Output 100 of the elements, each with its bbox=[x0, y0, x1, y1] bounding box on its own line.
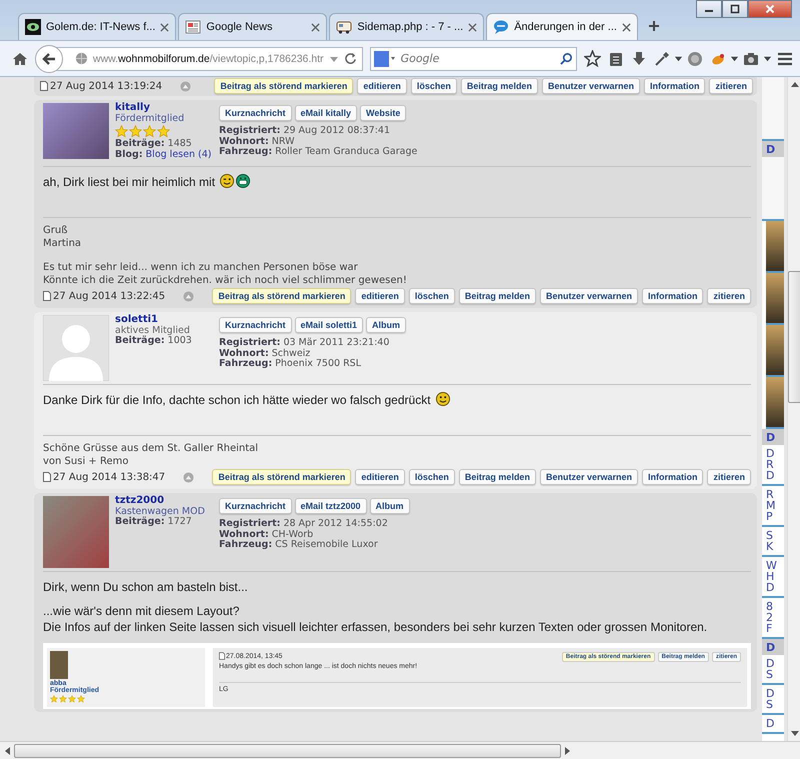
close-icon[interactable] bbox=[311, 22, 320, 32]
reload-icon[interactable] bbox=[344, 52, 357, 65]
signature-text: Schöne Grüsse aus dem St. Galler Rheintal von Susi + Remo bbox=[43, 442, 260, 468]
scroll-down-arrow-icon[interactable] bbox=[791, 731, 799, 737]
sidebar-link[interactable]: K bbox=[766, 541, 784, 552]
vertical-scrollbar[interactable] bbox=[787, 77, 800, 741]
post-action-button[interactable]: Benutzer verwarnen bbox=[540, 288, 638, 304]
info-label: Wohnort: bbox=[219, 528, 269, 540]
address-field[interactable]: www.wohnmobilforum.de/viewtopic,p,1786236.htr bbox=[54, 46, 363, 70]
menu-icon[interactable] bbox=[776, 50, 794, 66]
blog-link[interactable]: Blog lesen (4) bbox=[146, 148, 212, 160]
scroll-up-arrow-icon[interactable] bbox=[791, 81, 799, 87]
close-icon[interactable] bbox=[468, 22, 478, 32]
post-action-button[interactable]: editieren bbox=[357, 78, 407, 94]
post-action-button[interactable]: Beitrag melden bbox=[458, 469, 536, 485]
post-action-button[interactable]: löschen bbox=[410, 78, 457, 94]
profile-button[interactable]: Kurznachricht bbox=[219, 498, 292, 514]
sidebar-link[interactable]: S bbox=[766, 699, 784, 710]
post-action-button[interactable]: Beitrag melden bbox=[458, 288, 536, 304]
horizontal-scrollbar[interactable] bbox=[0, 741, 800, 759]
close-icon[interactable] bbox=[622, 22, 631, 32]
sidebar-link[interactable]: R bbox=[766, 459, 784, 470]
post-action-button[interactable]: zitieren bbox=[707, 469, 751, 485]
post-action-button[interactable]: editieren bbox=[355, 288, 405, 304]
scrollbar-thumb[interactable] bbox=[14, 744, 561, 758]
profile-button[interactable]: eMail kitally bbox=[294, 105, 358, 121]
sidebar-link[interactable]: S bbox=[766, 669, 784, 680]
home-icon[interactable] bbox=[12, 50, 28, 66]
post-action-button[interactable]: Beitrag melden bbox=[460, 78, 538, 94]
profile-button[interactable]: eMail tztz2000 bbox=[294, 498, 367, 514]
post-action-button[interactable]: Beitrag als störend markieren bbox=[212, 469, 352, 485]
profile-button[interactable]: Website bbox=[360, 105, 406, 121]
eyedropper-icon[interactable] bbox=[654, 50, 670, 66]
star-icon bbox=[129, 125, 142, 138]
dropdown-arrow-icon[interactable] bbox=[763, 54, 772, 63]
post-action-button[interactable]: Information bbox=[642, 469, 704, 485]
info-value: 1003 bbox=[168, 335, 192, 346]
profile-button[interactable]: Kurznachricht bbox=[219, 317, 292, 333]
back-arrow-icon[interactable] bbox=[41, 50, 57, 66]
search-field[interactable]: Google bbox=[370, 46, 577, 70]
sidebar-link[interactable]: R bbox=[766, 489, 784, 500]
post-action-button[interactable]: editieren bbox=[355, 469, 405, 485]
sidebar-link[interactable]: P bbox=[766, 511, 784, 522]
sidebar-link[interactable]: D bbox=[766, 470, 784, 481]
scroll-right-arrow-icon[interactable] bbox=[565, 746, 571, 754]
profile-button[interactable]: Album bbox=[370, 498, 410, 514]
browser-tab[interactable]: Golem.de: IT-News f... bbox=[18, 13, 176, 40]
post-action-button[interactable]: zitieren bbox=[707, 288, 751, 304]
close-icon[interactable] bbox=[160, 22, 170, 32]
star-icon[interactable] bbox=[584, 50, 601, 67]
thumbnail-photo-placeholder[interactable] bbox=[766, 325, 784, 377]
maximize-icon[interactable] bbox=[730, 4, 740, 14]
search-icon[interactable] bbox=[560, 52, 573, 64]
scrollbar-thumb[interactable] bbox=[788, 271, 800, 403]
dropdown-arrow-icon[interactable] bbox=[674, 54, 683, 63]
author-name-link[interactable]: kitally bbox=[115, 103, 213, 114]
back-button[interactable] bbox=[35, 44, 63, 72]
sidebar-link[interactable]: D bbox=[766, 688, 784, 699]
minimize-button[interactable] bbox=[696, 0, 722, 18]
sidebar-link[interactable]: D bbox=[766, 718, 784, 729]
post-action-button[interactable]: Information bbox=[644, 78, 706, 94]
thumbnail-photo-placeholder[interactable] bbox=[766, 377, 784, 429]
camera-icon[interactable] bbox=[743, 50, 759, 66]
download-icon[interactable] bbox=[631, 50, 647, 66]
sidebar-link[interactable]: D bbox=[766, 582, 784, 593]
post-action-button[interactable]: Benutzer verwarnen bbox=[542, 78, 640, 94]
post-action-button[interactable]: Beitrag als störend markieren bbox=[212, 288, 352, 304]
post-action-button[interactable]: zitieren bbox=[709, 78, 753, 94]
post-action-button[interactable]: Benutzer verwarnen bbox=[540, 469, 638, 485]
search-engine-icon[interactable] bbox=[374, 50, 396, 66]
sidebar-link[interactable]: D bbox=[766, 448, 784, 459]
clipboard-icon[interactable] bbox=[608, 50, 624, 66]
sidebar-link[interactable]: F bbox=[766, 623, 784, 634]
thumbnail-photo-placeholder[interactable] bbox=[766, 273, 784, 325]
sidebar-link[interactable]: 8 bbox=[766, 601, 784, 612]
browser-tab[interactable]: Änderungen in der ... bbox=[486, 13, 638, 40]
author-name-link[interactable]: soletti1 bbox=[115, 315, 213, 326]
profile-button[interactable]: eMail soletti1 bbox=[294, 317, 364, 333]
user-rank: aktives Mitglied bbox=[115, 326, 190, 336]
close-button[interactable] bbox=[748, 0, 792, 18]
sidebar-link[interactable]: H bbox=[766, 571, 784, 582]
author-name-link[interactable]: tztz2000 bbox=[115, 496, 213, 506]
profile-button[interactable]: Kurznachricht bbox=[219, 105, 292, 121]
browser-tab[interactable]: Sidemap.php : - 7 - ... bbox=[329, 13, 484, 40]
scroll-left-arrow-icon[interactable] bbox=[4, 746, 10, 754]
sidebar-link[interactable]: M bbox=[766, 500, 784, 511]
sidebar-link[interactable]: S bbox=[766, 530, 784, 541]
post-action-button[interactable]: Information bbox=[642, 288, 704, 304]
maximize-button[interactable] bbox=[722, 0, 748, 18]
sidebar-link[interactable]: 2 bbox=[766, 612, 784, 623]
sidebar-link[interactable]: W bbox=[766, 560, 784, 571]
post-action-button[interactable]: löschen bbox=[408, 288, 455, 304]
dropdown-arrow-icon[interactable] bbox=[730, 54, 739, 63]
sidebar-link[interactable]: D bbox=[766, 658, 784, 669]
browser-tab[interactable]: Google News bbox=[178, 13, 328, 40]
post-action-button[interactable]: Beitrag als störend markieren bbox=[214, 78, 354, 94]
profile-button[interactable]: Album bbox=[366, 317, 406, 333]
new-tab-icon[interactable] bbox=[648, 20, 660, 32]
post-action-button[interactable]: löschen bbox=[408, 469, 455, 485]
thumbnail-photo-placeholder[interactable] bbox=[766, 221, 784, 273]
